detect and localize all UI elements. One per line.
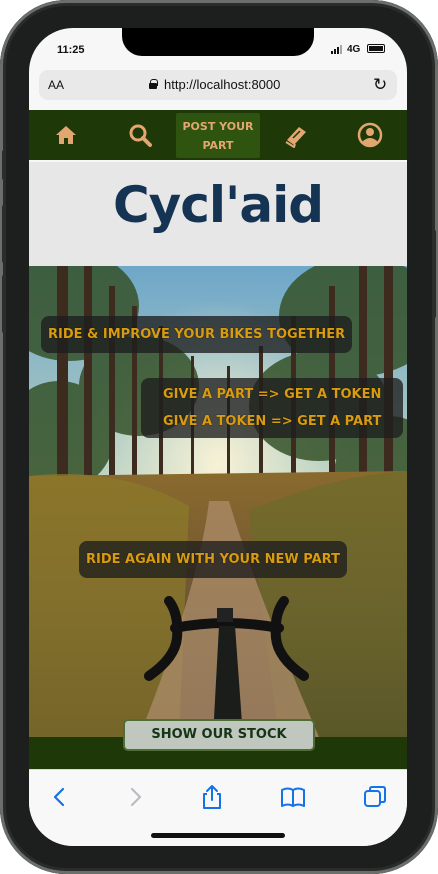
site-title: Cycl'aid: [112, 176, 324, 234]
brand-header: Cycl'aid: [29, 162, 407, 266]
phone-side-button: [2, 205, 6, 263]
signal-icon: [331, 45, 342, 54]
tabs-icon[interactable]: [362, 784, 388, 810]
hero-image: RIDE & IMPROVE YOUR BIKES TOGETHER GIVE …: [29, 266, 407, 737]
reload-icon[interactable]: ↻: [373, 75, 387, 95]
post-part-label-line1: POST YOUR: [182, 120, 254, 133]
text-size-button[interactable]: AA: [48, 78, 64, 92]
status-time: 11:25: [57, 44, 85, 56]
home-icon[interactable]: [53, 122, 79, 148]
book-icon[interactable]: [283, 122, 309, 148]
notch: [122, 28, 314, 56]
url-text[interactable]: http://localhost:8000: [164, 77, 280, 92]
post-part-button[interactable]: POST YOUR PART: [176, 113, 260, 158]
top-navigation: POST YOUR PART: [29, 110, 407, 160]
bookmarks-icon[interactable]: [280, 784, 306, 810]
phone-side-button: [2, 150, 6, 180]
address-bar[interactable]: AA http://localhost:8000 ↻: [39, 70, 397, 100]
post-part-label-line2: PART: [202, 139, 234, 152]
search-icon[interactable]: [127, 122, 153, 148]
forward-icon[interactable]: [122, 784, 148, 810]
footer-band: SHOW OUR STOCK: [29, 719, 407, 769]
caption-line-give-token: GIVE A TOKEN => GET A PART: [163, 414, 382, 429]
back-icon[interactable]: [47, 784, 73, 810]
home-indicator: [151, 833, 285, 838]
hero-caption-top: RIDE & IMPROVE YOUR BIKES TOGETHER: [41, 316, 353, 353]
caption-line-give-part: GIVE A PART => GET A TOKEN: [163, 387, 382, 402]
share-icon[interactable]: [199, 784, 225, 810]
phone-side-button: [432, 230, 436, 318]
user-icon[interactable]: [357, 122, 383, 148]
hero-caption-middle: GIVE A PART => GET A TOKEN GIVE A TOKEN …: [141, 378, 404, 438]
show-stock-button[interactable]: SHOW OUR STOCK: [123, 719, 315, 751]
network-type: 4G: [347, 44, 361, 55]
screen: 11:25 4G AA http://localhost:8000 ↻ POST…: [29, 28, 407, 846]
hero-caption-bottom: RIDE AGAIN WITH YOUR NEW PART: [79, 541, 347, 578]
lock-icon: [149, 79, 158, 90]
phone-side-button: [2, 275, 6, 333]
battery-icon: [367, 44, 385, 53]
